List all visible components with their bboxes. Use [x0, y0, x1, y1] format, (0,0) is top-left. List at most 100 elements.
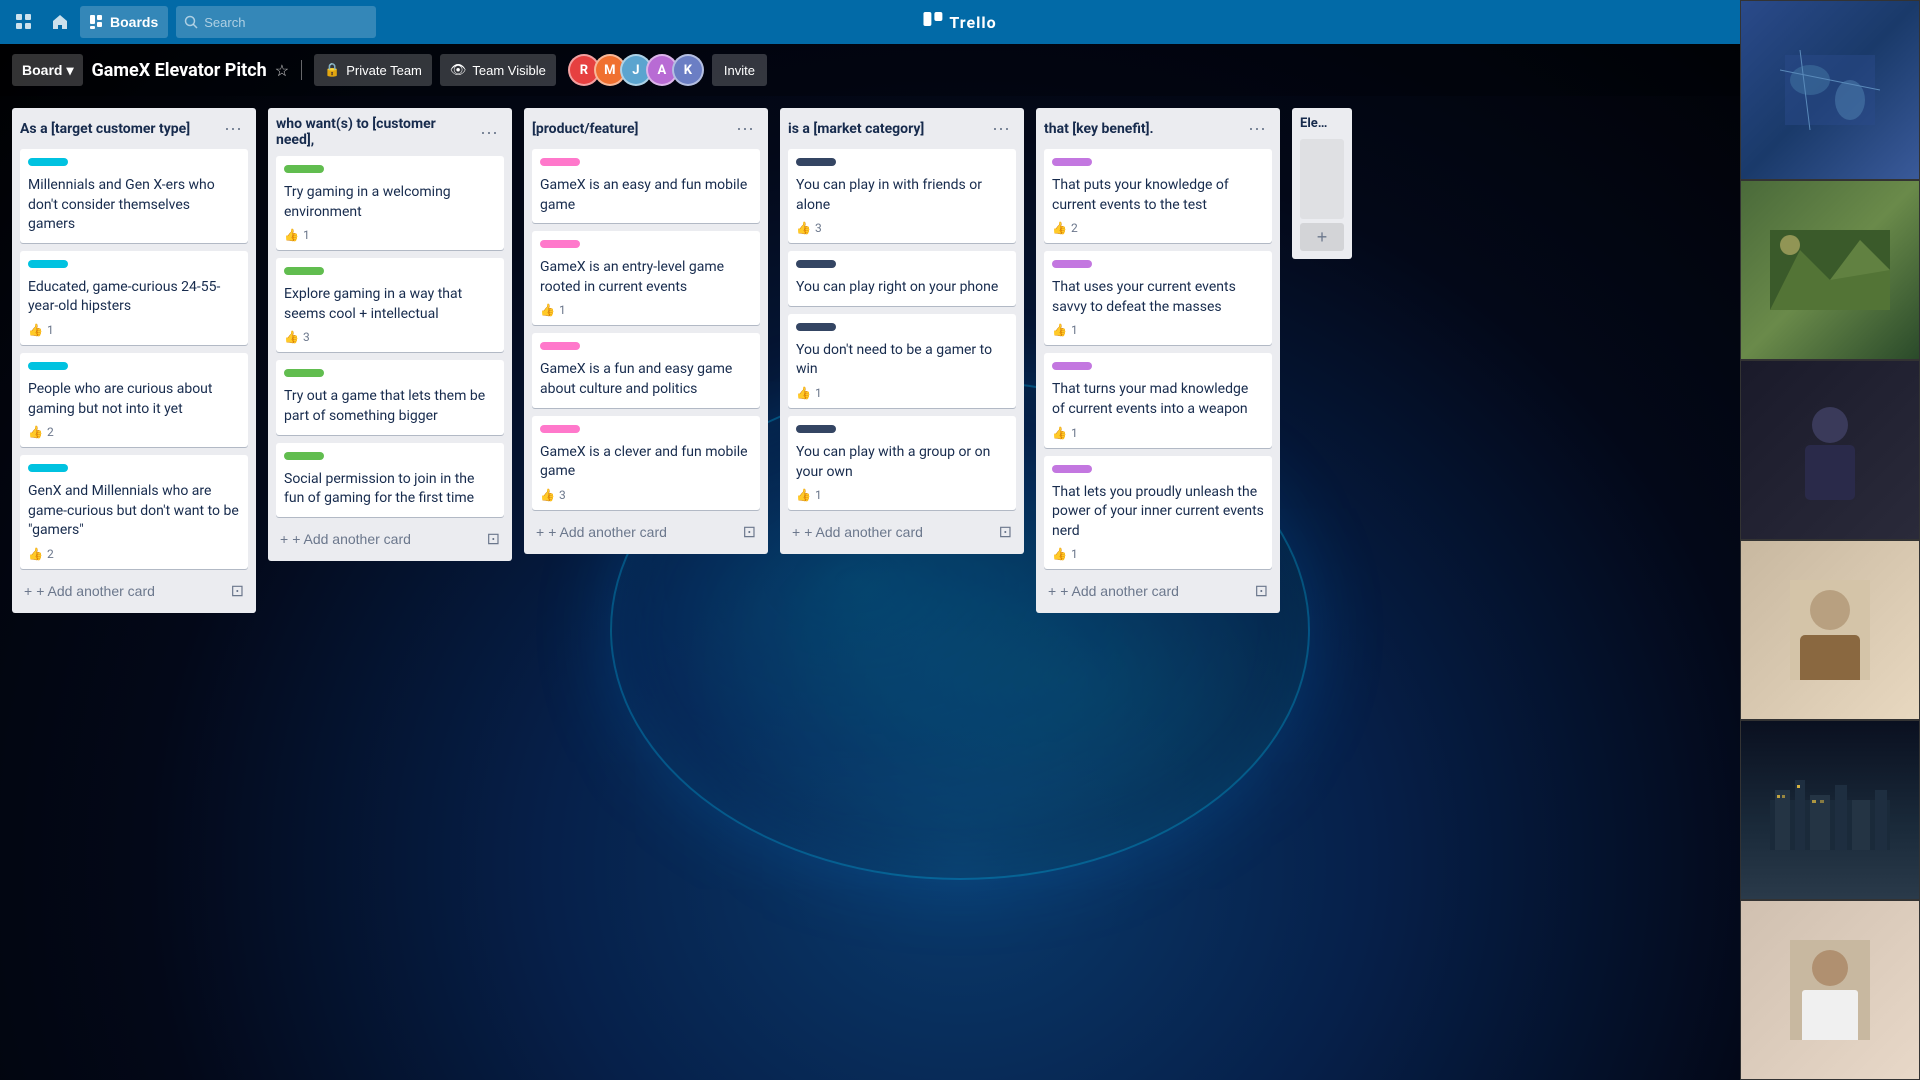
video-tile-3[interactable]: [1740, 360, 1920, 540]
card-votes: 👍 2: [28, 547, 54, 561]
search-input[interactable]: [204, 15, 368, 30]
card-label: [1052, 260, 1092, 268]
home-icon[interactable]: [44, 6, 76, 38]
card-c2-3[interactable]: Try out a game that lets them be part of…: [276, 360, 504, 434]
card-label: [540, 240, 580, 248]
card-c4-3[interactable]: You don't need to be a gamer to win 👍 1: [788, 314, 1016, 408]
card-votes: 👍 2: [1052, 221, 1078, 235]
list-customer-need: who want(s) to [customer need], ··· Try …: [268, 108, 512, 561]
video-tile-6[interactable]: [1740, 900, 1920, 1080]
archive-icon[interactable]: ⊡: [743, 522, 756, 542]
list-5-menu-button[interactable]: ···: [1242, 116, 1272, 141]
list-4-menu-button[interactable]: ···: [986, 116, 1016, 141]
card-c4-1[interactable]: You can play in with friends or alone 👍 …: [788, 149, 1016, 243]
video-tile-bg-1: [1741, 1, 1919, 179]
archive-icon[interactable]: ⊡: [1255, 581, 1268, 601]
private-team-button[interactable]: 🔒 Private Team: [314, 54, 432, 86]
add-list-button[interactable]: +: [1300, 223, 1344, 251]
trello-logo: Trello: [923, 12, 996, 32]
search-bar[interactable]: [176, 6, 376, 38]
card-c3-3[interactable]: GameX is a fun and easy game about cultu…: [532, 333, 760, 407]
card-c1-2[interactable]: Educated, game-curious 24-55-year-old hi…: [20, 251, 248, 345]
card-text: GameX is a fun and easy game about cultu…: [540, 360, 752, 399]
board-title: GameX Elevator Pitch: [91, 60, 266, 81]
list-4-header: is a [market category] ···: [788, 116, 1016, 141]
card-c4-2[interactable]: You can play right on your phone: [788, 251, 1016, 306]
card-label: [1052, 362, 1092, 370]
list-1-menu-button[interactable]: ···: [218, 116, 248, 141]
card-votes: 👍 1: [1052, 547, 1078, 561]
add-card-button-list-3[interactable]: + + Add another card ⊡: [532, 518, 760, 546]
list-1-header: As a [target customer type] ···: [20, 116, 248, 141]
video-tile-5[interactable]: [1740, 720, 1920, 900]
card-c5-1[interactable]: That puts your knowledge of current even…: [1044, 149, 1272, 243]
archive-icon[interactable]: ⊡: [487, 529, 500, 549]
plus-icon: +: [1048, 583, 1056, 599]
add-card-button-list-4[interactable]: + + Add another card ⊡: [788, 518, 1016, 546]
card-label: [1052, 158, 1092, 166]
archive-icon[interactable]: ⊡: [999, 522, 1012, 542]
video-tile-2[interactable]: [1740, 180, 1920, 360]
board-view-button[interactable]: Board ▾: [12, 54, 83, 86]
card-votes: 👍 1: [284, 228, 310, 242]
avatar-5[interactable]: K: [672, 54, 704, 86]
plus-icon: +: [24, 583, 32, 599]
invite-button[interactable]: Invite: [712, 54, 767, 86]
team-visible-button[interactable]: 👁 Team Visible: [440, 54, 556, 86]
card-label: [28, 362, 68, 370]
card-c1-3[interactable]: People who are curious about gaming but …: [20, 353, 248, 447]
card-c3-1[interactable]: GameX is an easy and fun mobile game: [532, 149, 760, 223]
card-text: That lets you proudly unleash the power …: [1052, 483, 1264, 542]
card-footer: 👍 3: [540, 488, 752, 502]
video-tile-bg-6: [1741, 901, 1919, 1079]
list-3-menu-button[interactable]: ···: [730, 116, 760, 141]
add-card-label: + Add another card: [36, 583, 155, 599]
add-card-label: + Add another card: [292, 531, 411, 547]
list-2-menu-button[interactable]: ···: [474, 120, 504, 145]
card-text: You can play right on your phone: [796, 278, 1008, 298]
card-label: [540, 425, 580, 433]
card-footer: 👍 1: [284, 228, 496, 242]
card-c5-3[interactable]: That turns your mad knowledge of current…: [1044, 353, 1272, 447]
video-tile-1[interactable]: [1740, 0, 1920, 180]
private-team-label: Private Team: [346, 63, 422, 78]
star-icon[interactable]: ☆: [275, 61, 289, 80]
card-c2-2[interactable]: Explore gaming in a way that seems cool …: [276, 258, 504, 352]
card-votes: 👍 3: [796, 221, 822, 235]
card-label: [284, 369, 324, 377]
card-c3-2[interactable]: GameX is an entry-level game rooted in c…: [532, 231, 760, 325]
card-label: [284, 452, 324, 460]
card-text: Millennials and Gen X-ers who don't cons…: [28, 176, 240, 235]
add-card-button-list-1[interactable]: + + Add another card ⊡: [20, 577, 248, 605]
card-text: Social permission to join in the fun of …: [284, 470, 496, 509]
grid-icon[interactable]: [8, 6, 40, 38]
card-votes: 👍 1: [1052, 426, 1078, 440]
card-footer: 👍 1: [796, 488, 1008, 502]
card-c3-4[interactable]: GameX is a clever and fun mobile game 👍 …: [532, 416, 760, 510]
card-votes: 👍 1: [540, 303, 566, 317]
archive-icon[interactable]: ⊡: [231, 581, 244, 601]
card-c2-4[interactable]: Social permission to join in the fun of …: [276, 443, 504, 517]
list-4-title: is a [market category]: [788, 121, 986, 137]
board-content: As a [target customer type] ··· Millenni…: [0, 96, 1920, 1080]
card-c2-1[interactable]: Try gaming in a welcoming environment 👍 …: [276, 156, 504, 250]
boards-label: Boards: [110, 14, 158, 30]
card-label: [540, 158, 580, 166]
add-card-button-list-2[interactable]: + + Add another card ⊡: [276, 525, 504, 553]
video-tile-4[interactable]: [1740, 540, 1920, 720]
boards-button[interactable]: Boards: [80, 6, 168, 38]
card-c1-4[interactable]: GenX and Millennials who are game-curiou…: [20, 455, 248, 569]
card-footer: 👍 1: [28, 323, 240, 337]
card-c4-4[interactable]: You can play with a group or on your own…: [788, 416, 1016, 510]
card-c5-4[interactable]: That lets you proudly unleash the power …: [1044, 456, 1272, 570]
divider: [301, 60, 302, 80]
card-footer: 👍 2: [28, 547, 240, 561]
card-footer: 👍 2: [1052, 221, 1264, 235]
card-votes: 👍 1: [796, 488, 822, 502]
card-c1-1[interactable]: Millennials and Gen X-ers who don't cons…: [20, 149, 248, 243]
card-text: GenX and Millennials who are game-curiou…: [28, 482, 240, 541]
add-card-button-list-5[interactable]: + + Add another card ⊡: [1044, 577, 1272, 605]
video-tile-bg-5: [1741, 721, 1919, 899]
card-placeholder: [1300, 139, 1344, 219]
card-c5-2[interactable]: That uses your current events savvy to d…: [1044, 251, 1272, 345]
